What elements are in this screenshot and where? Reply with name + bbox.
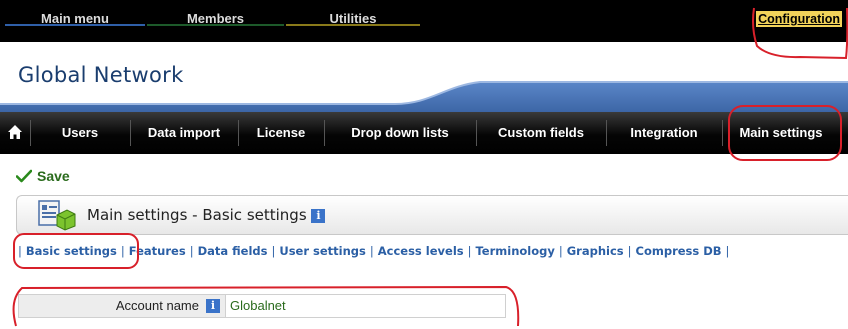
top-menu-bar: Main menu Members Utilities Configuratio…: [0, 0, 848, 42]
info-icon[interactable]: i: [206, 299, 220, 313]
link-data-fields[interactable]: Data fields: [198, 244, 268, 258]
page-title: Main settings - Basic settings: [87, 206, 307, 224]
link-separator: |: [369, 244, 374, 258]
nav-license[interactable]: License: [238, 112, 324, 154]
account-name-field[interactable]: Globalnet: [225, 295, 505, 317]
link-separator: |: [467, 244, 472, 258]
link-features[interactable]: Features: [129, 244, 186, 258]
link-separator: |: [558, 244, 563, 258]
brand-title: Global Network: [18, 63, 184, 87]
nav-data-import[interactable]: Data import: [130, 112, 238, 154]
home-button[interactable]: [4, 112, 26, 154]
link-separator: |: [271, 244, 276, 258]
account-name-label: Account name: [115, 298, 199, 313]
info-icon[interactable]: i: [311, 208, 326, 223]
save-label: Save: [37, 168, 70, 184]
save-button[interactable]: Save: [16, 168, 70, 184]
nav-users[interactable]: Users: [30, 112, 130, 154]
link-graphics[interactable]: Graphics: [567, 244, 624, 258]
title-band: Global Network: [0, 42, 848, 112]
link-basic-settings[interactable]: Basic settings: [26, 244, 117, 258]
link-separator: |: [725, 244, 730, 258]
tab-main-menu-underline: [5, 24, 145, 26]
nav-main-settings[interactable]: Main settings: [722, 112, 840, 154]
link-separator: |: [627, 244, 632, 258]
link-access-levels[interactable]: Access levels: [378, 244, 464, 258]
checkmark-icon: [16, 169, 32, 183]
configuration-link[interactable]: Configuration: [756, 11, 842, 27]
settings-sub-links: | Basic settings | Features | Data fields | Use…: [18, 244, 733, 258]
link-user-settings[interactable]: User settings: [279, 244, 366, 258]
account-name-row: Account name i Globalnet: [18, 294, 506, 318]
nav-drop-down-lists[interactable]: Drop down lists: [324, 112, 476, 154]
tab-members-underline: [147, 24, 284, 26]
tab-utilities-underline: [286, 24, 420, 26]
settings-nav-bar: Users Data import License Drop down list…: [0, 112, 848, 154]
link-separator: |: [120, 244, 125, 258]
home-icon: [8, 125, 22, 140]
link-separator: |: [189, 244, 194, 258]
link-compress-db[interactable]: Compress DB: [636, 244, 722, 258]
nav-integration[interactable]: Integration: [606, 112, 722, 154]
nav-custom-fields[interactable]: Custom fields: [476, 112, 606, 154]
link-separator: |: [18, 244, 22, 258]
link-terminology[interactable]: Terminology: [475, 244, 554, 258]
settings-document-icon: [38, 200, 76, 231]
settings-header-box: Main settings - Basic settings i: [16, 195, 848, 235]
